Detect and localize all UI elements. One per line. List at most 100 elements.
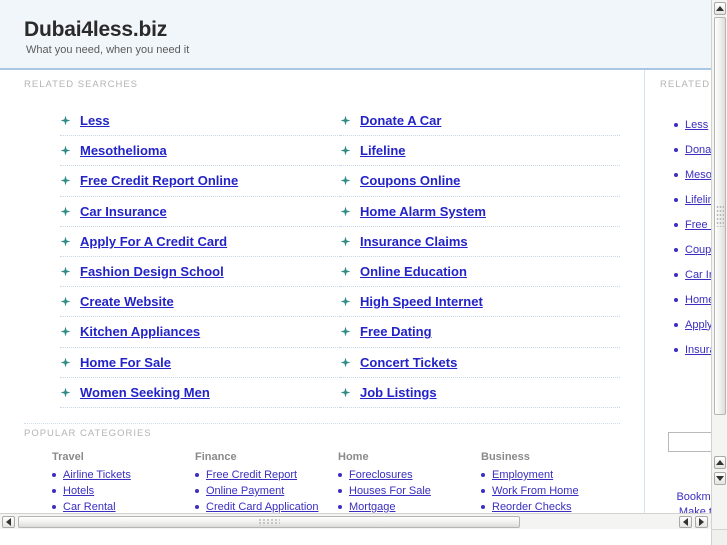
category-item[interactable]: Online Payment [195, 485, 338, 497]
sidebar-list-item[interactable]: Mesothelioma [674, 162, 711, 187]
sidebar-list-item[interactable]: Car Insurance [674, 262, 711, 287]
category-item[interactable]: Hotels [52, 485, 195, 497]
related-search-link[interactable]: Create Website [80, 294, 174, 309]
main-column: RELATED SEARCHES Less Mesothelioma Free Cr… [0, 70, 645, 529]
vertical-scrollbar[interactable] [711, 0, 727, 529]
related-search-link[interactable]: Car Insurance [80, 204, 167, 219]
related-search-row[interactable]: Less [60, 106, 340, 137]
category-item[interactable]: Car Rental [52, 501, 195, 513]
scroll-left-button[interactable] [2, 516, 15, 528]
related-search-link[interactable]: Free Dating [360, 324, 432, 339]
category-item[interactable]: Mortgage [338, 501, 481, 513]
related-search-row[interactable]: Home For Sale [60, 348, 340, 378]
related-search-link[interactable]: Donate A Car [360, 113, 441, 128]
green-star-bullet-icon [340, 296, 351, 307]
sidebar-list-item[interactable]: Donate A Car [674, 137, 711, 162]
sidebar-list-item[interactable]: Coupons Online [674, 237, 711, 262]
scroll-down-button[interactable] [714, 472, 726, 485]
category-item[interactable]: Employment [481, 469, 624, 481]
related-search-link[interactable]: Home Alarm System [360, 204, 486, 219]
horizontal-scrollbar[interactable] [0, 513, 711, 529]
sidebar-link[interactable]: Home Alarm System [685, 294, 711, 306]
related-search-row[interactable]: Donate A Car [340, 106, 620, 137]
related-search-link[interactable]: Apply For A Credit Card [80, 234, 227, 249]
related-search-row[interactable]: Create Website [60, 287, 340, 318]
bullet-dot-icon [52, 489, 56, 493]
horizontal-scrollbar-thumb[interactable] [18, 516, 520, 528]
category-item[interactable]: Houses For Sale [338, 485, 481, 497]
related-search-link[interactable]: Free Credit Report Online [80, 173, 238, 188]
category-link[interactable]: Foreclosures [349, 469, 413, 481]
vertical-scrollbar-thumb[interactable] [714, 17, 726, 415]
related-search-link[interactable]: Lifeline [360, 143, 406, 158]
related-search-link[interactable]: Home For Sale [80, 355, 171, 370]
related-search-link[interactable]: Online Education [360, 264, 467, 279]
category-item[interactable]: Work From Home [481, 485, 624, 497]
sidebar-list-item[interactable]: Home Alarm System [674, 287, 711, 312]
related-search-row[interactable]: High Speed Internet [340, 287, 620, 318]
related-search-link[interactable]: Mesothelioma [80, 143, 167, 158]
related-search-row[interactable]: Home Alarm System [340, 197, 620, 227]
sidebar-link[interactable]: Coupons Online [685, 244, 711, 256]
sidebar-link[interactable]: Free Credit Report Online [685, 219, 711, 231]
related-search-row[interactable]: Job Listings [340, 378, 620, 408]
category-link[interactable]: Airline Tickets [63, 469, 131, 481]
category-link[interactable]: Work From Home [492, 485, 579, 497]
related-search-row[interactable]: Kitchen Appliances [60, 317, 340, 348]
related-search-row[interactable]: Free Credit Report Online [60, 166, 340, 197]
category-link[interactable]: Houses For Sale [349, 485, 431, 497]
scroll-left-button-secondary[interactable] [679, 516, 692, 528]
scroll-down-arrow-icon [716, 476, 724, 481]
category-link[interactable]: Free Credit Report [206, 469, 297, 481]
category-link[interactable]: Employment [492, 469, 553, 481]
related-search-row[interactable]: Online Education [340, 257, 620, 288]
category-link[interactable]: Reorder Checks [492, 501, 571, 513]
related-search-link[interactable]: Concert Tickets [360, 355, 457, 370]
sidebar-list-item[interactable]: Apply For A Credit Card [674, 312, 711, 337]
sidebar-link[interactable]: Donate A Car [685, 144, 711, 156]
related-search-link[interactable]: High Speed Internet [360, 294, 483, 309]
sidebar-link[interactable]: Mesothelioma [685, 169, 711, 181]
sidebar-footer-link[interactable]: Bookmark [660, 490, 711, 505]
sidebar-link[interactable]: Insurance Claims [685, 344, 711, 356]
category-link[interactable]: Mortgage [349, 501, 395, 513]
related-search-link[interactable]: Coupons Online [360, 173, 460, 188]
related-search-row[interactable]: Insurance Claims [340, 227, 620, 257]
scroll-right-button[interactable] [695, 516, 708, 528]
category-item[interactable]: Reorder Checks [481, 501, 624, 513]
related-search-row[interactable]: Concert Tickets [340, 348, 620, 378]
related-search-link[interactable]: Insurance Claims [360, 234, 468, 249]
scroll-up-button[interactable] [714, 2, 726, 15]
category-link[interactable]: Car Rental [63, 501, 116, 513]
related-search-link[interactable]: Fashion Design School [80, 264, 224, 279]
sidebar-link[interactable]: Lifeline [685, 194, 711, 206]
related-search-row[interactable]: Coupons Online [340, 166, 620, 197]
related-search-row[interactable]: Fashion Design School [60, 257, 340, 288]
related-search-link[interactable]: Less [80, 113, 110, 128]
category-item[interactable]: Credit Card Application [195, 501, 338, 513]
related-search-row[interactable]: Women Seeking Men [60, 378, 340, 408]
related-search-row[interactable]: Apply For A Credit Card [60, 227, 340, 257]
related-search-link[interactable]: Job Listings [360, 385, 437, 400]
sidebar-link[interactable]: Car Insurance [685, 269, 711, 281]
category-link[interactable]: Hotels [63, 485, 94, 497]
sidebar-link[interactable]: Less [685, 119, 708, 131]
sidebar-list-item[interactable]: Insurance Claims [674, 337, 711, 362]
related-search-row[interactable]: Lifeline [340, 136, 620, 167]
scroll-up-button-secondary[interactable] [714, 456, 726, 469]
category-item[interactable]: Airline Tickets [52, 469, 195, 481]
sidebar-list-item[interactable]: Less [674, 112, 711, 137]
sidebar-list-item[interactable]: Lifeline [674, 187, 711, 212]
related-search-row[interactable]: Car Insurance [60, 197, 340, 227]
related-search-link[interactable]: Women Seeking Men [80, 385, 210, 400]
related-search-row[interactable]: Free Dating [340, 317, 620, 348]
category-link[interactable]: Online Payment [206, 485, 284, 497]
sidebar-search-input[interactable] [668, 432, 711, 452]
category-link[interactable]: Credit Card Application [206, 501, 319, 513]
category-item[interactable]: Free Credit Report [195, 469, 338, 481]
category-item[interactable]: Foreclosures [338, 469, 481, 481]
sidebar-link[interactable]: Apply For A Credit Card [685, 319, 711, 331]
related-search-row[interactable]: Mesothelioma [60, 136, 340, 167]
related-search-link[interactable]: Kitchen Appliances [80, 324, 200, 339]
sidebar-list-item[interactable]: Free Credit Report Online [674, 212, 711, 237]
